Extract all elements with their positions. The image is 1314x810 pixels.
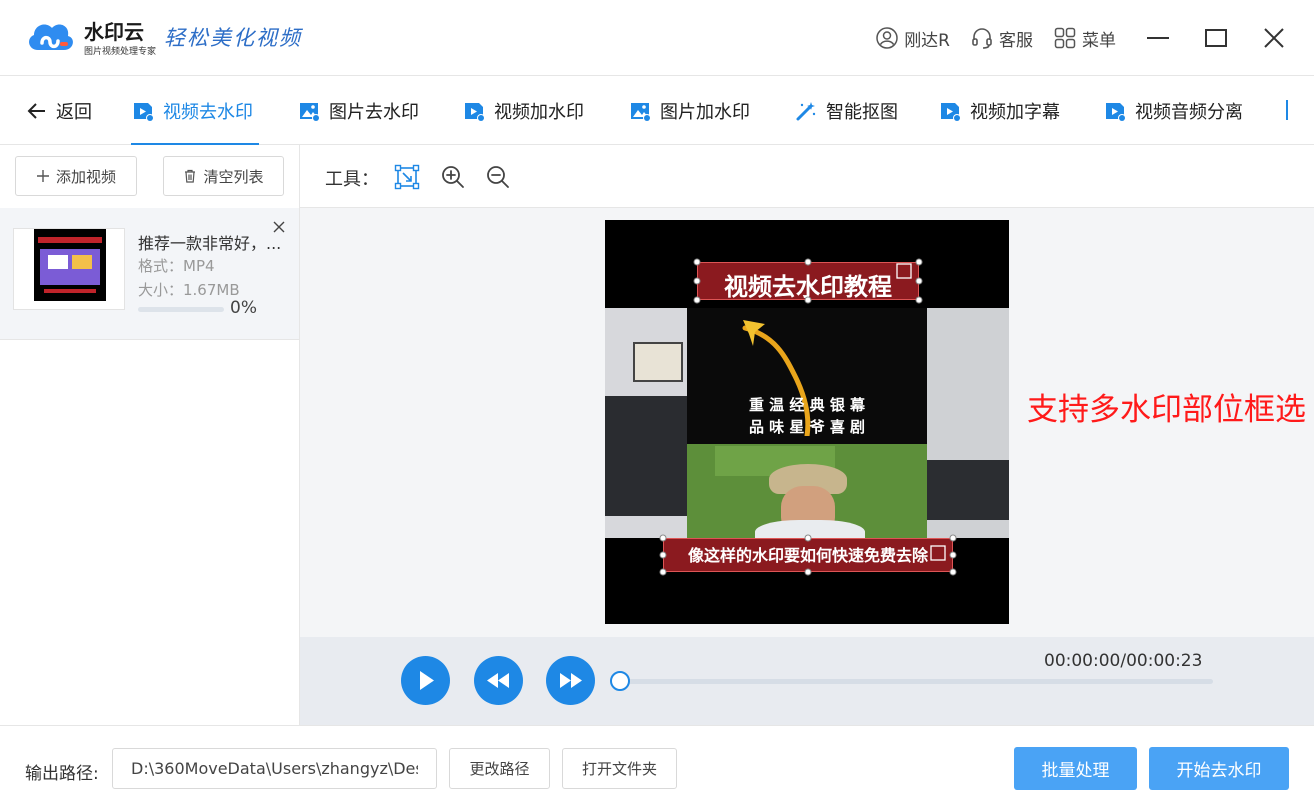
tab-video-remove-watermark[interactable]: 视频去水印: [131, 76, 259, 145]
fast-forward-icon: [560, 673, 582, 688]
file-format: 格式：MP4: [138, 257, 215, 275]
tab-label: 视频音频分离: [1135, 101, 1243, 123]
play-icon: [420, 671, 434, 690]
tab-label: 图片加水印: [660, 101, 750, 123]
menu-button[interactable]: 菜单: [1053, 26, 1116, 51]
menu-label: 菜单: [1082, 30, 1116, 51]
add-video-label: 添加视频: [55, 167, 116, 186]
change-path-button[interactable]: 更改路径: [449, 748, 550, 789]
preview-area: 重 温 经 典 银 幕 品 味 星 爷 喜 剧 视频去水印教程 像这样的水印要如…: [300, 208, 1314, 637]
open-folder-button[interactable]: 打开文件夹: [562, 748, 677, 789]
magic-wand-icon: [796, 101, 816, 120]
feature-nav: 返回 视频去水印 图片去水印 视频加水印 图片加水印 智能抠图 视频加字幕 视频…: [0, 76, 1314, 145]
video-icon: [134, 102, 154, 122]
remove-file-icon[interactable]: [272, 220, 286, 234]
play-button[interactable]: [401, 656, 450, 705]
image-icon: [300, 102, 320, 122]
customer-service-button[interactable]: 客服: [970, 26, 1033, 51]
select-box-icon[interactable]: [394, 164, 420, 190]
tab-video-add-subtitle[interactable]: 视频加字幕: [938, 76, 1060, 145]
batch-process-label: 批量处理: [1041, 761, 1110, 781]
video-icon: [465, 102, 485, 122]
headset-icon: [972, 28, 992, 49]
video-icon: [941, 102, 961, 122]
tool-bar: 工具：: [300, 145, 1314, 208]
clear-list-label: 清空列表: [203, 167, 264, 186]
back-button[interactable]: 返回: [26, 76, 92, 145]
trash-icon: [185, 169, 196, 183]
video-preview[interactable]: 重 温 经 典 银 幕 品 味 星 爷 喜 剧 视频去水印教程 像这样的水印要如…: [605, 220, 1009, 624]
customer-service-label: 客服: [999, 30, 1033, 51]
rewind-button[interactable]: [474, 656, 523, 705]
tab-image-add-watermark[interactable]: 图片加水印: [628, 76, 750, 145]
player-bar: 00:00:00/00:00:23: [300, 637, 1314, 725]
list-item[interactable]: 推荐一款非常好，... 格式：MP4 大小：1.67MB 0%: [0, 208, 299, 340]
tab-video-audio-separate[interactable]: 视频音频分离: [1103, 76, 1243, 145]
tools-label: 工具：: [325, 169, 379, 190]
start-remove-watermark-label: 开始去水印: [1176, 761, 1262, 781]
grid-menu-icon: [1054, 27, 1076, 49]
title-bar: 水印云 图片视频处理专家 轻松美化视频 刚达R 客服 菜单: [0, 0, 1314, 76]
tab-label: 视频去水印: [163, 101, 253, 123]
file-progress-bar: [138, 307, 224, 312]
output-bar: 输出路径: 更改路径 打开文件夹 批量处理 开始去水印: [0, 725, 1314, 810]
tab-label: 视频加水印: [494, 101, 584, 123]
app-logo-icon: [29, 24, 73, 50]
rewind-icon: [487, 673, 509, 688]
user-account[interactable]: 刚达R: [875, 26, 950, 51]
zoom-out-icon[interactable]: [485, 164, 511, 190]
back-label: 返回: [56, 101, 92, 123]
tab-label: 智能抠图: [826, 101, 898, 123]
maximize-icon[interactable]: [1202, 24, 1230, 52]
arrow-left-icon: [27, 102, 45, 119]
fast-forward-button[interactable]: [546, 656, 595, 705]
file-size: 大小：1.67MB: [138, 281, 240, 299]
delete-selection-icon: [896, 263, 912, 279]
clear-list-button[interactable]: 清空列表: [163, 156, 284, 196]
output-path-input[interactable]: [112, 748, 437, 789]
tab-image-remove-watermark[interactable]: 图片去水印: [297, 76, 419, 145]
open-folder-label: 打开文件夹: [581, 760, 657, 778]
delete-selection-icon: [930, 545, 946, 561]
brand-name: 水印云: [84, 20, 144, 44]
file-list-panel: 添加视频 清空列表 推荐一款非常好，... 格式：MP4 大小：1.67MB 0…: [0, 145, 300, 725]
tab-label: 图片去水印: [329, 101, 419, 123]
multi-select-hint: 支持多水印部位框选: [1027, 392, 1306, 428]
tab-label: 视频加字幕: [970, 101, 1060, 123]
playback-time: 00:00:00/00:00:23: [1044, 651, 1203, 671]
file-title: 推荐一款非常好，...: [138, 234, 282, 253]
slogan: 轻松美化视频: [164, 26, 302, 50]
nav-overflow-indicator: [1286, 100, 1288, 120]
selection-handles[interactable]: [605, 220, 1009, 624]
brand-subtitle: 图片视频处理专家: [84, 47, 157, 57]
start-remove-watermark-button[interactable]: 开始去水印: [1149, 747, 1289, 790]
video-thumbnail: [13, 228, 125, 310]
video-icon: [1106, 102, 1126, 122]
seek-bar[interactable]: [620, 679, 1213, 684]
change-path-label: 更改路径: [469, 760, 530, 778]
tab-video-add-watermark[interactable]: 视频加水印: [462, 76, 584, 145]
zoom-in-icon[interactable]: [440, 164, 466, 190]
user-name: 刚达R: [904, 30, 950, 51]
batch-process-button[interactable]: 批量处理: [1014, 747, 1137, 790]
image-icon: [631, 102, 651, 122]
user-icon: [876, 27, 898, 49]
output-path-label: 输出路径:: [25, 764, 99, 784]
minimize-icon[interactable]: [1144, 24, 1172, 52]
file-progress-percent: 0%: [230, 298, 257, 318]
close-icon[interactable]: [1260, 24, 1288, 52]
tab-smart-cutout[interactable]: 智能抠图: [794, 76, 898, 145]
add-video-button[interactable]: 添加视频: [15, 156, 137, 196]
plus-icon: [36, 170, 49, 182]
seek-handle[interactable]: [610, 671, 630, 691]
